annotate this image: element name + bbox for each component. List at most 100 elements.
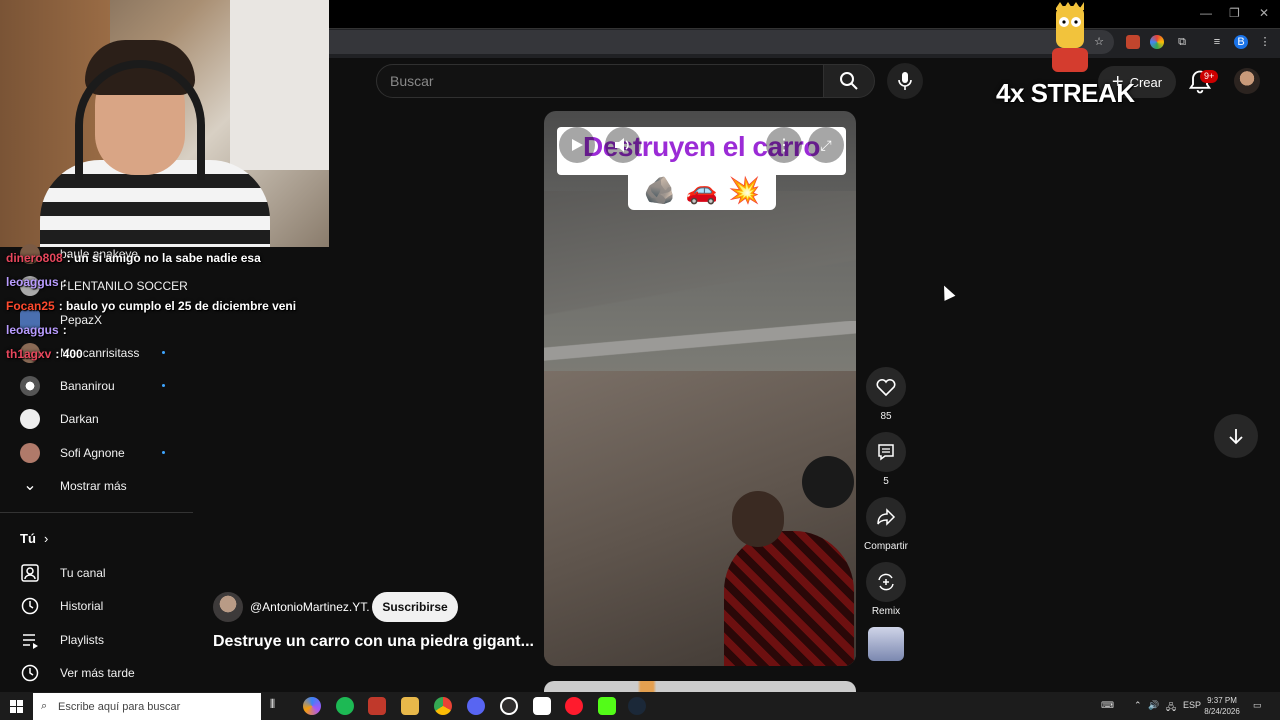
chat-text: : 400 xyxy=(55,347,83,361)
webcam-background-wall xyxy=(230,0,329,170)
maximize-button[interactable]: ❐ xyxy=(1229,6,1240,20)
live-indicator-dot xyxy=(162,351,165,354)
show-more-button[interactable]: ⌄ Mostrar más xyxy=(0,469,193,502)
channel-avatar xyxy=(20,442,40,463)
minimize-button[interactable]: — xyxy=(1200,6,1212,20)
play-button[interactable] xyxy=(559,127,595,163)
input-language[interactable]: ESP xyxy=(1183,700,1201,710)
channel-name[interactable]: @AntonioMartinez.YT. xyxy=(250,600,370,614)
chat-text: : un si amigo no la sabe nadie esa xyxy=(66,251,261,265)
chat-username: leoaggus xyxy=(6,323,59,337)
clock-time: 9:37 PM xyxy=(1207,696,1237,705)
obs-icon[interactable] xyxy=(500,697,518,715)
user-square-icon xyxy=(21,563,39,582)
remix-icon xyxy=(878,573,894,591)
sidebar-item-historial[interactable]: Historial xyxy=(0,589,193,622)
live-indicator-dot xyxy=(162,384,165,387)
taskbar-clock[interactable]: 9:37 PM 8/24/2026 xyxy=(1204,695,1240,717)
sidebar-subscription-item[interactable]: Bananirou xyxy=(0,369,193,402)
streak-overlay-text: 4x STREAK xyxy=(996,78,1135,108)
you-header-label: Tú xyxy=(20,531,36,546)
next-short-button[interactable] xyxy=(1214,414,1258,458)
comments-button[interactable] xyxy=(866,432,906,472)
task-view-icon[interactable]: ⫴ xyxy=(270,697,288,715)
menu-kebab-icon[interactable]: ⋮ xyxy=(1258,35,1272,49)
channel-avatar[interactable] xyxy=(213,592,243,622)
like-button[interactable] xyxy=(866,367,906,407)
app-icon[interactable] xyxy=(368,697,386,715)
sidebar-item-label: Darkan xyxy=(60,411,99,426)
search-box[interactable] xyxy=(376,64,824,98)
chat-text: : baulo yo cumplo el 25 de diciembre ven… xyxy=(58,299,297,313)
windows-start-icon[interactable] xyxy=(10,700,23,713)
taskbar-search-placeholder: Escribe aquí para buscar xyxy=(58,700,181,713)
notification-badge: 9+ xyxy=(1200,70,1219,83)
sidebar-item-playlists[interactable]: Playlists xyxy=(0,623,193,656)
show-hidden-icons-chevron[interactable]: ⌃ xyxy=(1134,700,1142,711)
channel-avatar xyxy=(20,408,40,429)
taskbar-search-box[interactable]: ⌕ Escribe aquí para buscar xyxy=(33,693,261,720)
heart-icon xyxy=(876,378,896,396)
sidebar: baule anakeye FLENTANILO SOCCER PepazX M… xyxy=(0,243,193,692)
sidebar-item-label: Bananirou xyxy=(60,378,115,393)
share-button[interactable] xyxy=(866,497,906,537)
opera-icon[interactable] xyxy=(565,697,583,715)
keyboard-icon[interactable]: ⌨ xyxy=(1101,700,1114,711)
chevron-down-icon: ⌄ xyxy=(23,476,37,494)
sidebar-subscription-item[interactable]: Sofi Agnone xyxy=(0,436,193,469)
more-options-button[interactable]: ⋮ xyxy=(766,127,802,163)
search-button[interactable] xyxy=(823,64,875,98)
comment-count: 5 xyxy=(883,476,889,487)
extension-icon[interactable] xyxy=(1126,35,1140,49)
extension-icon[interactable] xyxy=(1150,35,1164,49)
kick-icon[interactable] xyxy=(598,697,616,715)
volume-button[interactable] xyxy=(605,127,641,163)
copilot-icon[interactable] xyxy=(303,697,321,715)
chat-text: : xyxy=(62,275,67,289)
discord-icon[interactable] xyxy=(467,697,485,715)
spotify-icon[interactable] xyxy=(336,697,354,715)
chat-message: leoaggus: xyxy=(6,275,67,289)
notification-center-icon[interactable]: ▭ xyxy=(1253,700,1262,711)
playlist-icon xyxy=(23,633,38,649)
close-window-button[interactable]: ✕ xyxy=(1259,6,1269,20)
chrome-icon[interactable] xyxy=(434,697,452,715)
address-bar[interactable] xyxy=(329,30,1114,54)
media-control-icon[interactable]: ≡ xyxy=(1210,35,1224,49)
profile-avatar[interactable]: B xyxy=(1234,35,1248,49)
search-icon xyxy=(840,72,858,90)
comment-icon xyxy=(878,444,894,461)
sidebar-item-ver-mas-tarde[interactable]: Ver más tarde xyxy=(0,656,193,689)
video-frame-person xyxy=(724,531,854,666)
fullscreen-button[interactable]: ⤢ xyxy=(808,127,844,163)
file-explorer-icon[interactable] xyxy=(401,697,419,715)
voice-search-button[interactable] xyxy=(887,63,923,99)
search-input[interactable] xyxy=(377,65,823,97)
arrow-down-icon xyxy=(1229,429,1243,445)
network-icon[interactable]: 🖧 xyxy=(1166,700,1176,716)
short-title[interactable]: Destruye un carro con una piedra gigant.… xyxy=(213,633,534,651)
rock-emoji: 🪨 xyxy=(643,174,676,205)
video-caption-title: Destruyen el carro xyxy=(583,131,820,162)
chat-username: leoaggus xyxy=(6,275,59,289)
steam-icon[interactable] xyxy=(628,697,646,715)
cartoon-character-overlay xyxy=(1052,2,1088,72)
speaker-icon[interactable]: 🔊 xyxy=(1148,700,1159,711)
audio-source-thumbnail[interactable] xyxy=(868,627,904,661)
sidebar-item-label: Historial xyxy=(60,598,104,613)
clock-icon xyxy=(21,664,39,681)
remix-button[interactable] xyxy=(866,562,906,602)
app-icon[interactable] xyxy=(533,697,551,715)
sidebar-item-tu-canal[interactable]: Tu canal xyxy=(0,556,193,589)
account-avatar[interactable] xyxy=(1234,68,1260,94)
sidebar-subscription-item[interactable]: Darkan xyxy=(0,402,193,435)
sidebar-item-label: Sofi Agnone xyxy=(60,445,125,460)
bookmark-star-icon[interactable]: ☆ xyxy=(1092,35,1106,49)
sidebar-item-label: Playlists xyxy=(60,632,105,647)
car-emoji: 🚗 xyxy=(685,174,719,205)
you-section-header[interactable]: Tú › xyxy=(0,522,193,555)
puzzle-icon[interactable]: ⧉ xyxy=(1175,35,1189,49)
like-count: 85 xyxy=(880,411,892,422)
chat-message: Focan25: baulo yo cumplo el 25 de diciem… xyxy=(6,299,296,313)
subscribe-button[interactable]: Suscribirse xyxy=(372,592,458,622)
